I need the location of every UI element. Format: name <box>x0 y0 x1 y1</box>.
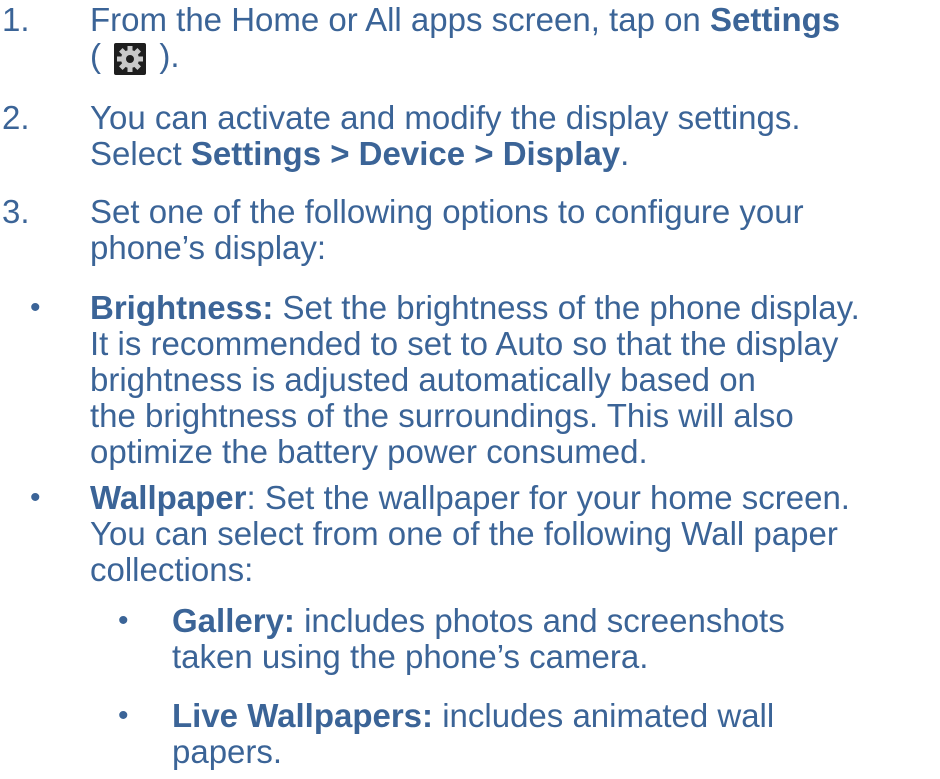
option-text-line: Set the brightness of the phone display. <box>273 289 860 326</box>
option-text-line: : Set the wallpaper for your home screen… <box>246 479 850 516</box>
option-title: Brightness: <box>90 289 274 326</box>
bullet: • <box>118 604 129 637</box>
option-text: Brightness: Set the brightness of the ph… <box>90 290 926 470</box>
option-text-line: It is recommended to set to Auto so that… <box>90 325 839 362</box>
step-text-line: phone’s display: <box>90 229 327 266</box>
sub-option-text-line: taken using the phone’s camera. <box>172 638 649 675</box>
paren-close: ). <box>159 37 180 74</box>
bullet: • <box>30 481 41 514</box>
sub-option-title: Live Wallpapers: <box>172 697 434 734</box>
option-text: Wallpaper: Set the wallpaper for your ho… <box>90 480 926 588</box>
settings-path: Settings > Device > Display <box>190 135 621 172</box>
manual-page: { "steps": [ { "num": "1.", "pre": "From… <box>0 0 940 779</box>
sub-option-text-line: includes animated wall <box>433 697 775 734</box>
step-text: Set one of the following options to conf… <box>90 194 926 266</box>
settings-gear-icon <box>114 43 147 75</box>
step-text-line: You can activate and modify the display … <box>90 99 801 136</box>
option-text-line: the brightness of the surroundings. This… <box>90 397 794 434</box>
option-text-line: optimize the battery power consumed. <box>90 433 648 470</box>
sub-option-text: Live Wallpapers: includes animated wall … <box>172 698 926 770</box>
step-text: You can activate and modify the display … <box>90 100 926 172</box>
step-text-line: Set one of the following options to conf… <box>90 193 804 230</box>
step-text-plain: Select <box>90 135 191 172</box>
bullet: • <box>118 699 129 732</box>
sub-option-text-line: papers. <box>172 733 283 770</box>
option-text-line: brightness is adjusted automatically bas… <box>90 361 756 398</box>
step-number: 1. <box>2 1 30 38</box>
sub-option-title: Gallery: <box>172 602 295 639</box>
bullet: • <box>30 291 41 324</box>
step-number: 3. <box>2 193 30 230</box>
step-text-plain: From the Home or All apps screen, tap on <box>90 1 710 38</box>
step-number: 2. <box>2 99 30 136</box>
sub-option-text: Gallery: includes photos and screenshots… <box>172 603 926 675</box>
step-text: From the Home or All apps screen, tap on… <box>90 2 926 75</box>
sub-option-text-line: includes photos and screenshots <box>294 602 785 639</box>
option-title: Wallpaper <box>90 479 247 516</box>
option-text-line: You can select from one of the following… <box>90 515 838 552</box>
settings-label: Settings <box>709 1 841 38</box>
paren-open: ( <box>90 37 101 74</box>
step-text-plain: . <box>620 135 630 172</box>
option-text-line: collections: <box>90 551 254 588</box>
